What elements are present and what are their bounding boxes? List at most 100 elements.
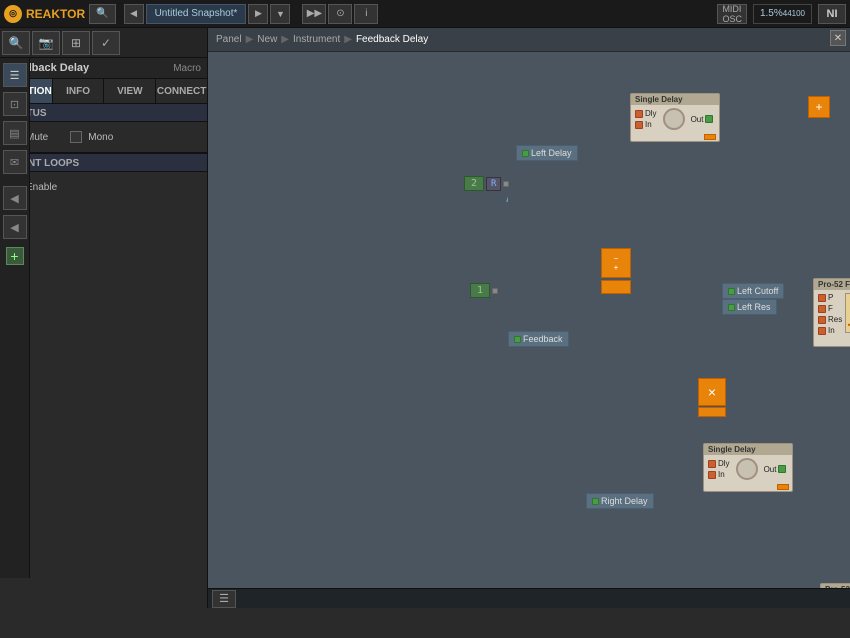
small-orange-1 — [601, 280, 631, 294]
enable-row: Enable — [8, 181, 199, 193]
check-tool[interactable]: ✓ — [92, 31, 120, 55]
side-icon-2[interactable]: ⊡ — [3, 92, 27, 116]
p-label: P — [828, 293, 833, 302]
close-canvas-btn[interactable]: ✕ — [830, 30, 846, 46]
left-cutoff-label: Left Cutoff — [737, 286, 778, 296]
snapshot-prev[interactable]: ◀ — [124, 4, 144, 24]
feedback-port[interactable] — [514, 336, 521, 343]
orange-indicator-bot — [777, 484, 789, 490]
side-icon-5[interactable]: ◀ — [3, 186, 27, 210]
pro52-top-node[interactable]: Pro-52 Filter P F Res In — [813, 278, 850, 347]
in-port-bottom[interactable] — [708, 471, 716, 479]
main-area: 🔍 📷 ⊞ ✓ Feedback Delay Macro FUNCTION IN… — [0, 28, 850, 608]
in-label-b: In — [718, 470, 725, 479]
res-port[interactable] — [818, 316, 826, 324]
orange-indicator-top — [704, 134, 716, 140]
knob[interactable] — [663, 108, 685, 130]
plus-top: + — [815, 100, 822, 114]
x-label: × — [708, 384, 716, 400]
small-port-left[interactable] — [503, 181, 509, 187]
in-port-top[interactable] — [635, 121, 643, 129]
left-delay-label: Left Delay — [531, 148, 572, 158]
canvas-area: Panel ▶ New ▶ Instrument ▶ Feedback Dela… — [208, 28, 850, 608]
in-label: In — [645, 120, 652, 129]
event-loops-label: EVENT LOOPS — [0, 153, 207, 172]
left-res-label: Left Res — [737, 302, 771, 312]
out-port-b[interactable] — [778, 465, 786, 473]
breadcrumb-instrument[interactable]: Instrument — [293, 34, 340, 45]
side-icon-4[interactable]: ✉ — [3, 150, 27, 174]
search-tool[interactable]: 🔍 — [2, 31, 30, 55]
res-label: Res — [828, 315, 842, 324]
tab-connect[interactable]: CONNECT — [156, 79, 207, 103]
breadcrumb-new[interactable]: New — [257, 34, 277, 45]
orange-block-mid: × — [698, 378, 726, 406]
mono-checkbox[interactable] — [70, 131, 82, 143]
top-bar: ◎ REAKTOR 🔍 ◀ Untitled Snapshot* ▶ ▼ ▶▶ … — [0, 0, 850, 28]
knob-b[interactable] — [736, 458, 758, 480]
tab-view[interactable]: VIEW — [104, 79, 156, 103]
ni-logo: NI — [818, 4, 846, 24]
midi-label: MIDIOSC — [717, 4, 747, 24]
feedback-label: Feedback — [523, 334, 563, 344]
right-delay-connector[interactable]: Right Delay — [586, 493, 654, 509]
right-delay-port[interactable] — [592, 498, 599, 505]
side-icon-6[interactable]: ◀ — [3, 215, 27, 239]
left-delay-connector[interactable]: Left Delay — [516, 145, 578, 161]
snapshot-area: ◀ Untitled Snapshot* ▶ ▼ — [124, 4, 291, 24]
dly-label: Dly — [645, 109, 657, 118]
f-port[interactable] — [818, 305, 826, 313]
cpu-display: 1.5% 44100 — [753, 4, 812, 24]
canvas-status-bar: ☰ — [208, 588, 850, 608]
single-delay-top-node[interactable]: Single Delay Dly In Out — [630, 93, 720, 142]
snapshot-dropdown[interactable]: ▼ — [270, 4, 290, 24]
record-btn[interactable]: ⊙ — [328, 4, 352, 24]
hamburger-btn[interactable]: ☰ — [212, 590, 236, 608]
panel-header: Feedback Delay Macro — [0, 58, 207, 79]
grid-tool[interactable]: ⊞ — [62, 31, 90, 55]
status-section: Mute Mono — [0, 122, 207, 153]
orange-ind-mid — [698, 407, 726, 417]
camera-tool[interactable]: 📷 — [32, 31, 60, 55]
f-label: F — [828, 304, 833, 313]
orange-label-1: − — [614, 254, 619, 263]
breadcrumb-active: Feedback Delay — [356, 34, 428, 45]
small-port-mid[interactable] — [492, 288, 498, 294]
single-delay-bottom-node[interactable]: Single Delay Dly In Out — [703, 443, 793, 492]
search-btn[interactable]: 🔍 — [89, 4, 115, 24]
num-1-value: 1 — [470, 283, 490, 298]
side-icon-1[interactable]: ☰ — [3, 63, 27, 87]
logo-icon: ◎ — [4, 5, 22, 23]
dly-port[interactable] — [635, 110, 643, 118]
single-delay-bottom-title: Single Delay — [704, 444, 792, 455]
num-2-value: 2 — [464, 176, 484, 191]
mono-label: Mono — [88, 132, 113, 143]
info-btn[interactable]: i — [354, 4, 378, 24]
filter-curve-svg — [846, 295, 850, 331]
left-res-connector[interactable]: Left Res — [722, 299, 777, 315]
left-cutoff-connector[interactable]: Left Cutoff — [722, 283, 784, 299]
filter-display-top — [845, 293, 850, 333]
out-label-b: Out — [764, 465, 777, 474]
left-panel: 🔍 📷 ⊞ ✓ Feedback Delay Macro FUNCTION IN… — [0, 28, 208, 608]
orange-block-top: − + — [601, 248, 631, 278]
breadcrumb-panel[interactable]: Panel — [216, 34, 242, 45]
num-box-1[interactable]: 1 — [470, 283, 498, 298]
num-box-2[interactable]: 2 R — [464, 176, 509, 191]
left-res-port[interactable] — [728, 304, 735, 311]
dly-port-b[interactable] — [708, 460, 716, 468]
orange-cluster-top: + — [808, 96, 830, 118]
tab-info[interactable]: INFO — [53, 79, 105, 103]
status-section-label: STATUS — [0, 104, 207, 122]
p-port[interactable] — [818, 294, 826, 302]
left-delay-port[interactable] — [522, 150, 529, 157]
play-btn[interactable]: ▶▶ — [302, 4, 326, 24]
left-cutoff-port[interactable] — [728, 288, 735, 295]
in-label-f: In — [828, 326, 835, 335]
in-port-filter[interactable] — [818, 327, 826, 335]
side-icon-3[interactable]: ▤ — [3, 121, 27, 145]
out-port[interactable] — [705, 115, 713, 123]
feedback-connector[interactable]: Feedback — [508, 331, 569, 347]
add-btn[interactable]: + — [6, 247, 24, 265]
snapshot-next[interactable]: ▶ — [248, 4, 268, 24]
